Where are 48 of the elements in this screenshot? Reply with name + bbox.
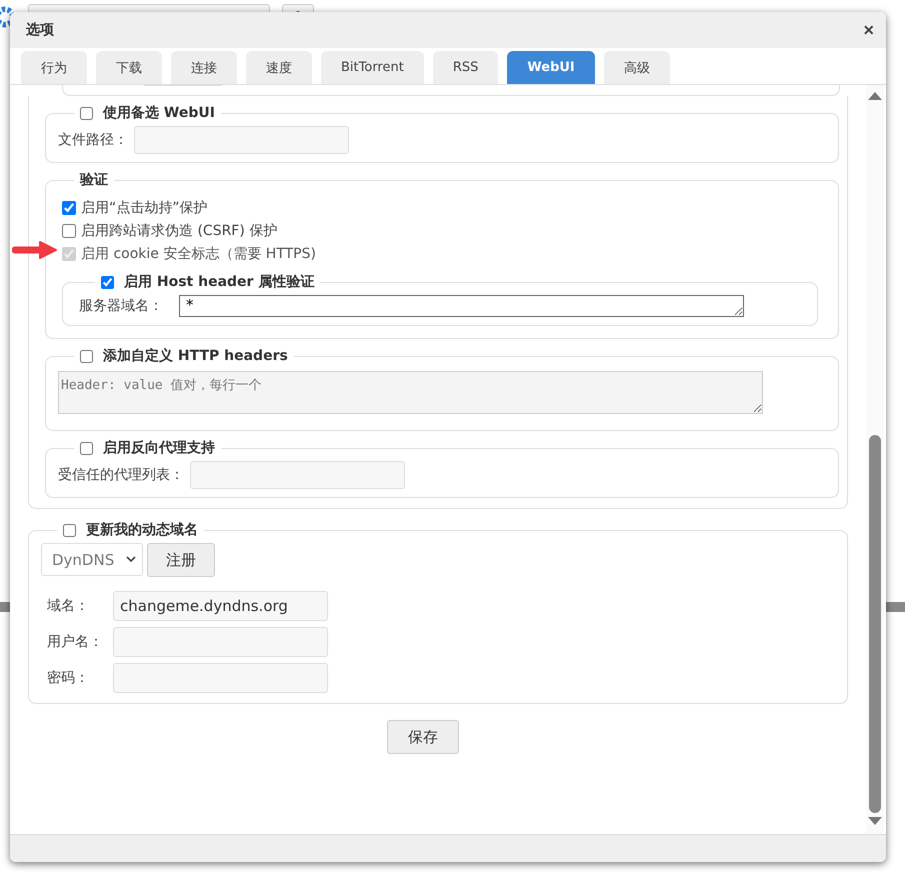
field-label: 密码： [47,669,90,687]
section-title: 启用 Host header 属性验证 [124,273,314,291]
input-field[interactable] [190,461,405,489]
scroll-down-icon[interactable] [868,817,882,826]
tab[interactable]: RSS [432,51,498,84]
field-label: 域名： [47,597,90,615]
field-label: 受信任的代理列表： [58,466,184,484]
save-button[interactable]: 保存 [387,720,459,754]
section-title: 使用备选 WebUI [103,104,215,122]
tab[interactable]: BitTorrent [321,51,424,84]
text-area[interactable]: Header: value 值对，每行一个 [58,371,763,414]
field-label: 文件路径： [58,131,128,149]
section-title: 启用反向代理支持 [103,439,215,457]
checkbox[interactable] [80,350,93,362]
close-button[interactable]: × [863,20,874,40]
tab[interactable]: WebUI [507,51,595,84]
field-label: 用户名： [47,633,104,651]
checkbox-label: 启用 cookie 安全标志（需要 HTTPS) [81,245,316,263]
annotation-arrow [12,240,58,260]
text-area[interactable]: * [179,295,744,317]
checkbox-label: 启用跨站请求伪造 (CSRF) 保护 [81,222,278,240]
service-dropdown[interactable]: DynDNS [41,543,143,576]
input-field[interactable] [113,663,328,693]
section-title: 添加自定义 HTTP headers [103,347,288,365]
checkbox-label: 启用“点击劫持”保护 [81,199,208,217]
checkbox[interactable] [101,276,114,288]
tab[interactable]: 行为 [21,51,87,84]
scrollbar-thumb[interactable] [869,435,881,813]
tab[interactable]: 下载 [96,51,162,84]
scroll-up-icon[interactable] [868,91,882,100]
tab[interactable]: 高级 [604,51,670,84]
section-title: 更新我的动态域名 [86,521,198,539]
window-title: 选项 [26,21,54,39]
checkbox[interactable] [62,201,76,215]
checkbox[interactable] [80,442,93,454]
input-field[interactable]: changeme.dyndns.org [113,591,328,621]
gear-icon[interactable] [0,6,16,28]
checkbox[interactable] [63,524,76,536]
section-title: 验证 [80,171,108,189]
chevron-down-icon [126,556,136,563]
input-field[interactable] [113,627,328,657]
checkbox[interactable] [80,106,93,120]
tab[interactable]: 连接 [171,51,237,84]
input-field[interactable] [134,126,349,154]
checkbox[interactable] [62,224,76,238]
field-label: 服务器域名： [79,297,163,315]
tab[interactable]: 速度 [246,51,312,84]
register-button[interactable]: 注册 [147,543,215,577]
